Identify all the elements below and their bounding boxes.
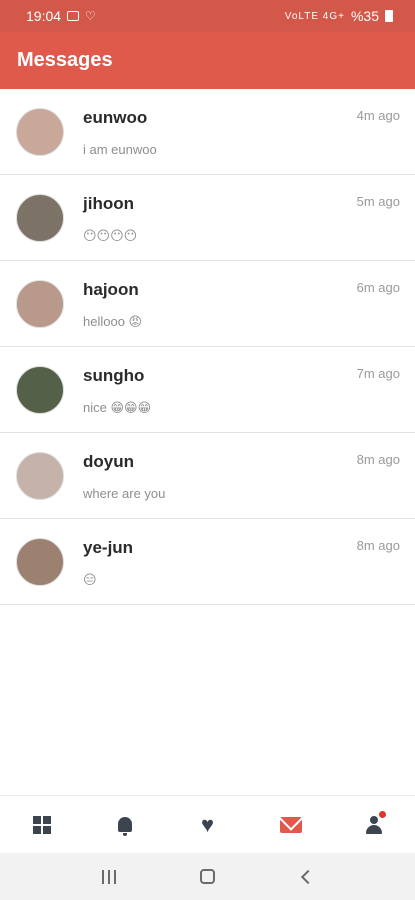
avatar[interactable]	[16, 365, 64, 414]
avatar[interactable]	[16, 107, 64, 156]
message-body: sungho nice 😁😁😁	[83, 347, 415, 432]
message-sender: hajoon	[83, 280, 139, 299]
battery-text: %35	[350, 8, 379, 24]
message-item[interactable]: hajoon hellooo 😡 6m ago	[0, 261, 415, 347]
message-preview: hellooo 😡	[83, 314, 143, 329]
message-time: 8m ago	[356, 452, 400, 467]
message-sender: ye-jun	[83, 538, 134, 557]
message-item[interactable]: ye-jun 😑 8m ago	[0, 519, 415, 605]
status-bar: 19:04 ♡ VoLTE 4G+ %35	[0, 0, 415, 32]
message-time: 6m ago	[356, 280, 400, 295]
message-body: ye-jun 😑	[83, 519, 415, 604]
message-item[interactable]: jihoon 😶😶😶😶 5m ago	[0, 175, 415, 261]
back-button[interactable]	[286, 862, 326, 892]
message-body: hajoon hellooo 😡	[83, 261, 415, 346]
message-item[interactable]: doyun where are you 8m ago	[0, 433, 415, 519]
message-body: doyun where are you	[83, 433, 415, 518]
signal-indicator: VoLTE 4G+	[284, 10, 345, 22]
home-icon	[199, 869, 215, 884]
message-sender: eunwoo	[83, 108, 148, 127]
message-time: 4m ago	[356, 108, 400, 123]
system-nav-bar	[0, 853, 415, 900]
status-left: 19:04 ♡	[26, 8, 96, 24]
message-time: 7m ago	[356, 366, 400, 381]
message-sender: doyun	[83, 452, 134, 471]
heart-icon: ♥	[200, 811, 215, 837]
message-time: 5m ago	[356, 194, 400, 209]
nav-likes-button[interactable]: ♥	[188, 805, 228, 845]
message-preview: 😶😶😶😶	[83, 228, 138, 243]
message-item[interactable]: eunwoo i am eunwoo 4m ago	[0, 89, 415, 175]
message-preview: 😑	[83, 572, 97, 587]
bell-icon	[117, 817, 132, 836]
message-body: jihoon 😶😶😶😶	[83, 175, 415, 260]
message-item[interactable]: sungho nice 😁😁😁 7m ago	[0, 347, 415, 433]
nav-home-button[interactable]	[22, 805, 62, 845]
gallery-icon	[67, 11, 80, 21]
bottom-nav: ♥	[0, 795, 415, 853]
message-sender: sungho	[83, 366, 145, 385]
grid-icon	[32, 815, 51, 834]
status-right: VoLTE 4G+ %35	[285, 8, 393, 24]
message-preview: where are you	[83, 486, 166, 501]
nav-messages-button[interactable]	[271, 805, 311, 845]
message-time: 8m ago	[356, 538, 400, 553]
notification-badge	[378, 810, 386, 818]
page-title: Messages	[17, 49, 113, 71]
status-time: 19:04	[26, 8, 62, 24]
avatar[interactable]	[16, 193, 64, 242]
app-bar: Messages	[0, 32, 415, 89]
message-preview: i am eunwoo	[83, 142, 157, 157]
battery-icon	[385, 10, 393, 22]
mail-icon	[279, 816, 302, 833]
message-list: eunwoo i am eunwoo 4m ago jihoon 😶😶😶😶 5m…	[0, 89, 415, 605]
message-body: eunwoo i am eunwoo	[83, 89, 415, 174]
avatar[interactable]	[16, 537, 64, 586]
message-preview: nice 😁😁😁	[83, 400, 152, 415]
recents-icon	[102, 869, 117, 884]
user-icon	[365, 815, 382, 834]
nav-profile-button[interactable]	[354, 805, 394, 845]
avatar[interactable]	[16, 451, 64, 500]
home-button[interactable]	[187, 862, 227, 892]
heart-notification-icon: ♡	[85, 9, 96, 23]
nav-notifications-button[interactable]	[105, 805, 145, 845]
recents-button[interactable]	[89, 862, 129, 892]
avatar[interactable]	[16, 279, 64, 328]
back-icon	[300, 869, 315, 884]
message-sender: jihoon	[83, 194, 134, 213]
